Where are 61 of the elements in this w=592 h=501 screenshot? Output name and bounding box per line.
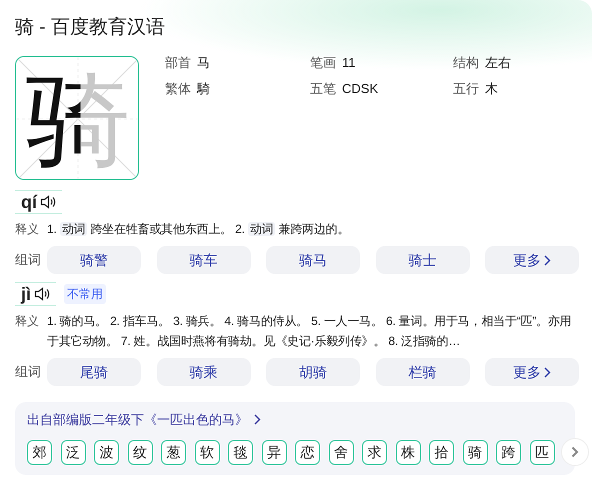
info-value: 左右 (485, 55, 511, 70)
info-value: 马 (197, 55, 210, 70)
usage-tag: 不常用 (64, 284, 106, 304)
definition-text: 跨坐在牲畜或其他东西上。 (90, 222, 233, 236)
definition-text: 1. 骑的马。 2. 指车马。 3. 骑兵。 4. 骑马的侍从。 5. 一人一马。 6. 量词。用于马，相当于“匹”。亦用于其它动物。 7. 姓。战国时燕将有骑劫。见《史记·乐毅列传》。 8. 泛指骑的… (47, 314, 572, 348)
character-chip[interactable]: 恋 (295, 440, 320, 464)
next-button[interactable] (561, 438, 589, 466)
character-chip[interactable]: 纹 (128, 440, 152, 464)
character-chip[interactable]: 匹 (530, 440, 554, 464)
definition-number: 2. (235, 222, 246, 236)
character-chip[interactable]: 跨 (496, 440, 521, 464)
word-button[interactable]: 骑警 (47, 246, 141, 274)
page-title: 骑 - 百度教育汉语 (15, 16, 166, 40)
character-chip[interactable]: 舍 (328, 440, 354, 464)
chevron-right-icon (254, 414, 261, 426)
info-label: 五行 (453, 80, 479, 96)
textbook-link[interactable]: 出自部编版二年级下《一匹出色的马》 (27, 410, 261, 430)
info-label: 结构 (453, 55, 479, 70)
more-button[interactable]: 更多 (485, 246, 579, 274)
character-chip[interactable]: 株 (396, 440, 420, 464)
words-label: 组词 (15, 363, 42, 382)
info-value: CDSK (342, 80, 378, 96)
pinyin-text: jì (21, 284, 32, 304)
info-value: 木 (485, 80, 498, 96)
word-button[interactable]: 骑乘 (156, 358, 250, 386)
info-label: 部首 (165, 55, 191, 70)
chevron-right-icon (544, 254, 551, 266)
character-chip[interactable]: 异 (262, 440, 286, 464)
character-chip[interactable]: 软 (194, 440, 220, 464)
info-label: 繁体 (165, 80, 191, 96)
words-label: 组词 (15, 251, 42, 270)
word-button[interactable]: 骑士 (376, 246, 470, 274)
character-chip[interactable]: 骑 (462, 440, 488, 464)
speaker-icon[interactable] (34, 287, 50, 301)
part-of-speech-tag: 动词 (248, 222, 276, 236)
character-chip[interactable]: 毯 (228, 440, 253, 464)
word-button[interactable]: 胡骑 (266, 358, 360, 386)
character-chip[interactable]: 葱 (161, 440, 186, 464)
part-of-speech-tag: 动词 (60, 222, 88, 236)
info-value: 11 (342, 55, 356, 70)
word-button[interactable]: 骑车 (156, 246, 250, 274)
word-button[interactable]: 骑马 (266, 246, 360, 274)
chevron-right-icon (544, 366, 551, 378)
more-button[interactable]: 更多 (485, 358, 579, 386)
definition-text: 兼跨两边的。 (278, 222, 350, 236)
info-label: 笔画 (310, 55, 336, 70)
speaker-icon[interactable] (40, 195, 56, 209)
word-button[interactable]: 栏骑 (376, 358, 470, 386)
definition-label: 释义 (15, 313, 40, 330)
character-chip[interactable]: 郊 (27, 440, 52, 464)
pinyin-text: qí (21, 192, 37, 212)
definition-label: 释义 (15, 221, 40, 238)
definition-number: 1. (47, 222, 58, 236)
character-chip[interactable]: 泛 (60, 440, 86, 464)
word-button[interactable]: 尾骑 (47, 358, 141, 386)
character-chip[interactable]: 拾 (429, 440, 454, 464)
info-value: 騎 (197, 80, 210, 96)
character-chip[interactable]: 波 (94, 440, 119, 464)
chevron-right-icon (571, 446, 579, 458)
character-chip[interactable]: 求 (362, 440, 387, 464)
info-label: 五笔 (310, 80, 336, 96)
